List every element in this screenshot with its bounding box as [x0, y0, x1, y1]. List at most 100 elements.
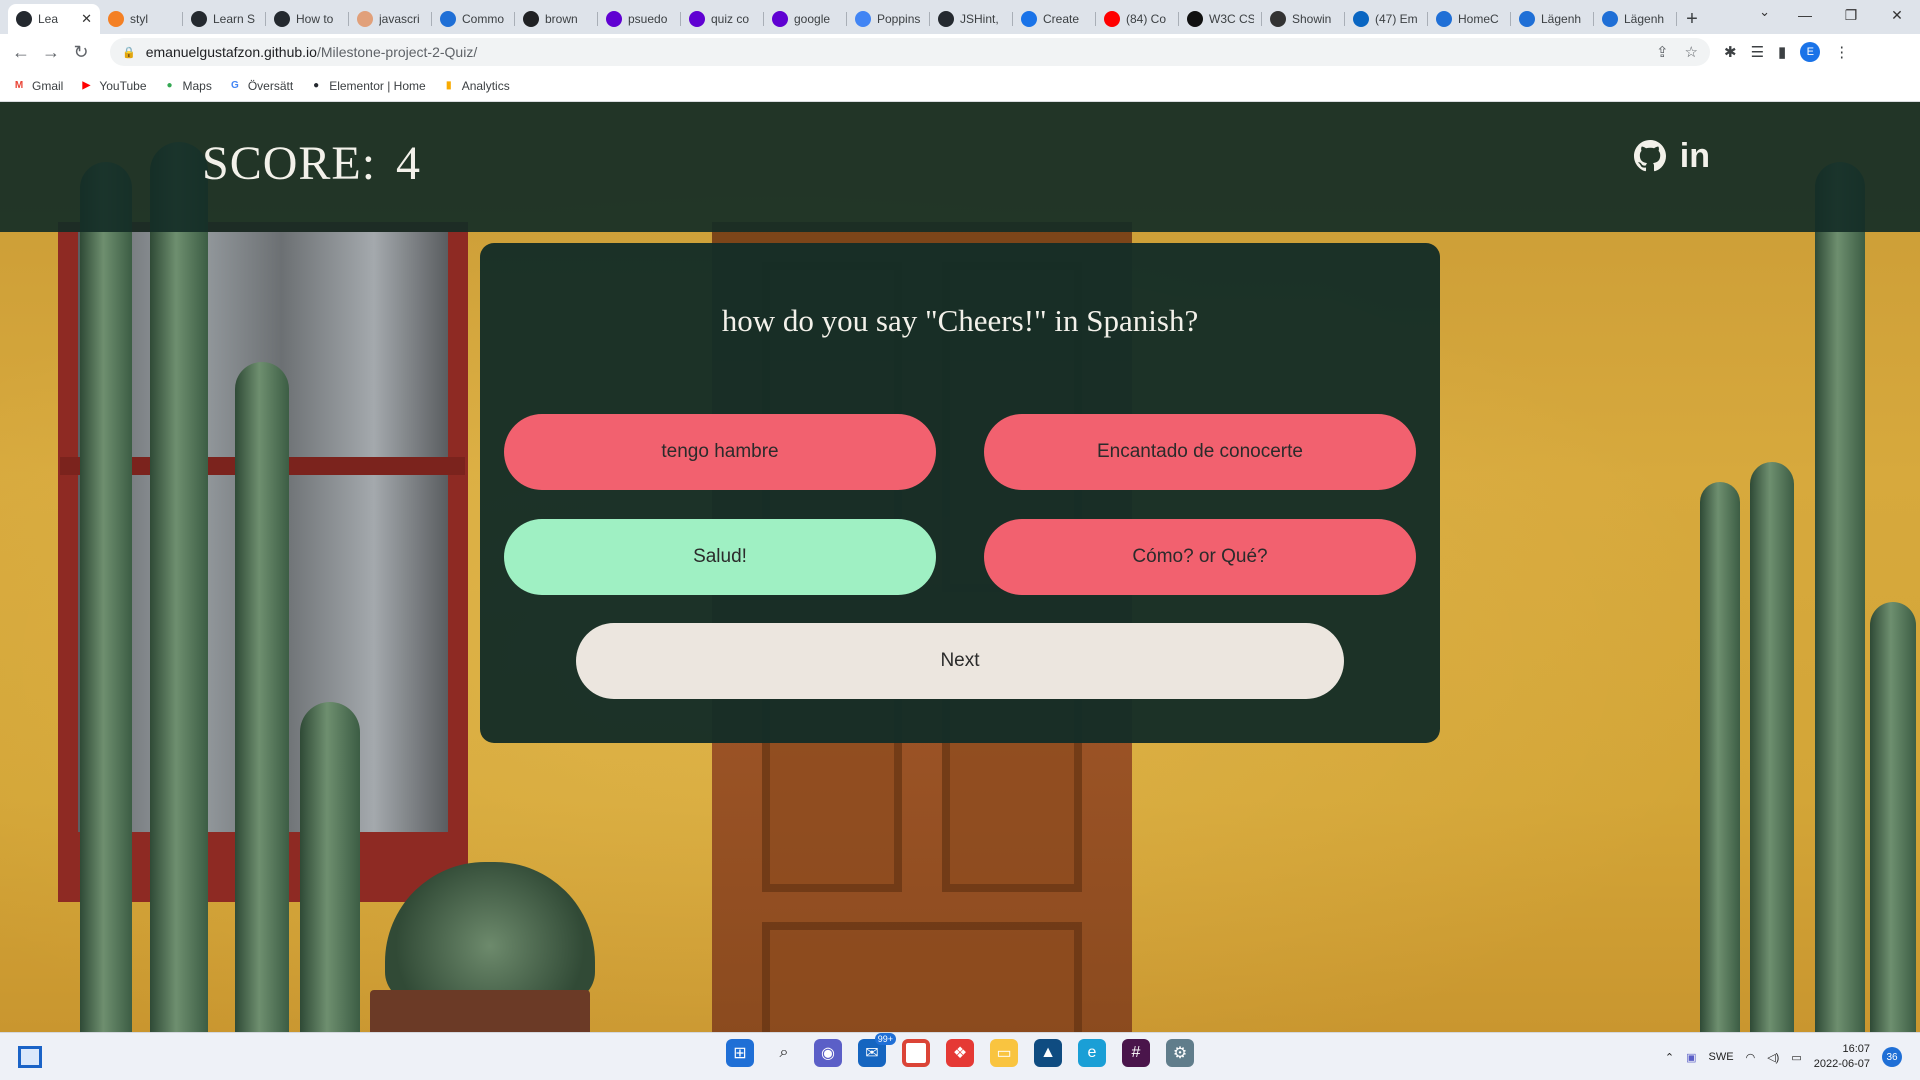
youtube-icon — [1104, 11, 1120, 27]
next-button[interactable]: Next — [576, 623, 1344, 699]
search-icon[interactable]: ⌕ — [770, 1039, 798, 1067]
bookmark-item[interactable]: ● Maps — [163, 79, 211, 93]
browser-tab[interactable]: Lea ✕ — [8, 4, 100, 34]
extensions-icon[interactable]: ✱ — [1724, 43, 1737, 61]
url-path: /Milestone-project-2-Quiz/ — [316, 44, 478, 60]
browser-tab[interactable]: javascri — [349, 4, 432, 34]
chat-icon — [440, 11, 456, 27]
profile-avatar[interactable]: E — [1800, 42, 1821, 62]
gift-app-icon[interactable]: ❖ — [946, 1039, 974, 1067]
browser-tab[interactable]: HomeC — [1428, 4, 1511, 34]
bookmark-star-icon[interactable]: ☆ — [1685, 43, 1698, 61]
reload-icon[interactable]: ↻ — [66, 37, 96, 67]
address-bar[interactable]: 🔒 emanuelgustafzon.github.io/Milestone-p… — [110, 38, 1710, 66]
answer-button-1[interactable]: tengo hambre — [504, 414, 936, 490]
youtube-icon: ▶ — [82, 80, 91, 91]
bookmark-label: Analytics — [461, 78, 510, 93]
tab-title: psuedo — [628, 12, 668, 26]
restore-icon[interactable]: ❐ — [1828, 0, 1874, 30]
widgets-icon[interactable] — [18, 1046, 42, 1068]
teams-tray-icon[interactable]: ▣ — [1686, 1051, 1696, 1064]
yahoo-icon — [689, 11, 705, 27]
side-panel-icon[interactable]: ▮ — [1778, 43, 1786, 61]
mail-icon[interactable]: ✉ 99+ — [858, 1033, 896, 1067]
browser-tab[interactable]: styl — [100, 4, 183, 34]
font-icon — [855, 11, 871, 27]
volume-icon[interactable]: ◁) — [1767, 1051, 1779, 1064]
score-display: SCORE: 4 — [202, 136, 421, 191]
bookmark-label: Elementor | Home — [329, 78, 426, 93]
browser-tab[interactable]: psuedo — [598, 4, 681, 34]
q-icon — [1602, 11, 1618, 27]
browser-tab[interactable]: Learn S — [183, 4, 266, 34]
answer-button-4[interactable]: Cómo? or Qué? — [984, 519, 1416, 595]
show-hidden-icons-icon[interactable]: ⌃ — [1665, 1051, 1674, 1064]
tab-title: Showin — [1292, 12, 1332, 26]
browser-tab[interactable]: google — [764, 4, 847, 34]
language-indicator[interactable]: SWE — [1709, 1051, 1734, 1063]
slack-icon[interactable]: # — [1122, 1039, 1150, 1067]
minimize-icon[interactable]: — — [1782, 0, 1828, 30]
bookmark-item[interactable]: ▶ YouTube — [79, 79, 146, 93]
answer-button-2[interactable]: Encantado de conocerte — [984, 414, 1416, 490]
notification-badge[interactable]: 36 — [1882, 1047, 1902, 1067]
mail-badge: 99+ — [874, 1033, 896, 1045]
reading-list-icon[interactable]: ☰ — [1751, 43, 1764, 61]
browser-tab[interactable]: W3C CS — [1179, 4, 1262, 34]
chrome-icon[interactable] — [902, 1039, 930, 1067]
close-tab-icon[interactable]: ✕ — [81, 11, 92, 27]
background-pot — [370, 990, 590, 1032]
chrome-icon — [1021, 11, 1037, 27]
forward-icon[interactable]: → — [36, 37, 66, 67]
clock[interactable]: 16:07 2022-06-07 — [1814, 1042, 1870, 1072]
linkedin-icon[interactable]: in — [1680, 139, 1710, 173]
tab-title: brown — [545, 12, 578, 26]
lock-icon: 🔒 — [122, 46, 136, 59]
browser-tab[interactable]: Showin — [1262, 4, 1345, 34]
file-explorer-icon[interactable]: ▭ — [990, 1039, 1018, 1067]
new-tab-button[interactable]: + — [1677, 4, 1707, 34]
question-text: how do you say "Cheers!" in Spanish? — [721, 303, 1199, 338]
browser-tab[interactable]: How to — [266, 4, 349, 34]
browser-tab[interactable]: (47) Em — [1345, 4, 1428, 34]
bookmark-item[interactable]: G Översätt — [228, 79, 293, 93]
tab-search-icon[interactable]: ⌄ — [1759, 4, 1770, 20]
back-icon[interactable]: ← — [6, 37, 36, 67]
settings-gear-icon[interactable]: ⚙ — [1166, 1039, 1194, 1067]
score-value: 4 — [396, 137, 422, 190]
close-window-icon[interactable]: ✕ — [1874, 0, 1920, 30]
door-panel — [762, 922, 1082, 1032]
browser-tab[interactable]: (84) Co — [1096, 4, 1179, 34]
github-icon: ● — [313, 80, 320, 91]
browser-tab[interactable]: quiz co — [681, 4, 764, 34]
browser-tab[interactable]: brown — [515, 4, 598, 34]
social-links: in — [1633, 139, 1710, 173]
tab-title: Lägenh — [1541, 12, 1582, 26]
window-controls: — ❐ ✕ — [1782, 0, 1920, 30]
browser-tab[interactable]: Lägenh — [1511, 4, 1594, 34]
github-icon — [938, 11, 954, 27]
menu-icon[interactable]: ⋮ — [1834, 43, 1849, 61]
background-cactus — [1700, 482, 1740, 1032]
score-label: SCORE: — [202, 137, 377, 190]
bookmark-item[interactable]: ▮ Analytics — [442, 79, 510, 93]
share-icon[interactable]: ⇪ — [1656, 43, 1669, 61]
windows-start-icon[interactable]: ⊞ — [726, 1039, 754, 1067]
browser-tab[interactable]: Create — [1013, 4, 1096, 34]
browser-tab[interactable]: Commo — [432, 4, 515, 34]
teams-chat-icon[interactable]: ◉ — [814, 1039, 842, 1067]
translate-icon: G — [230, 80, 239, 91]
wifi-icon[interactable]: ◠ — [1746, 1051, 1756, 1064]
browser-tab[interactable]: Lägenh — [1594, 4, 1677, 34]
browser-tab[interactable]: Poppins — [847, 4, 930, 34]
browser-tab[interactable]: JSHint, — [930, 4, 1013, 34]
url-host: emanuelgustafzon.github.io — [145, 44, 317, 60]
github-icon[interactable] — [1633, 140, 1666, 172]
bookmark-item[interactable]: ● Elementor | Home — [309, 79, 426, 93]
tab-title: HomeC — [1458, 12, 1499, 26]
edge-icon[interactable]: e — [1078, 1039, 1106, 1067]
answer-button-3[interactable]: Salud! — [504, 519, 936, 595]
bookmark-item[interactable]: M Gmail — [12, 79, 64, 93]
photos-icon[interactable]: ▲ — [1034, 1039, 1062, 1067]
battery-icon[interactable]: ▭ — [1791, 1051, 1801, 1064]
